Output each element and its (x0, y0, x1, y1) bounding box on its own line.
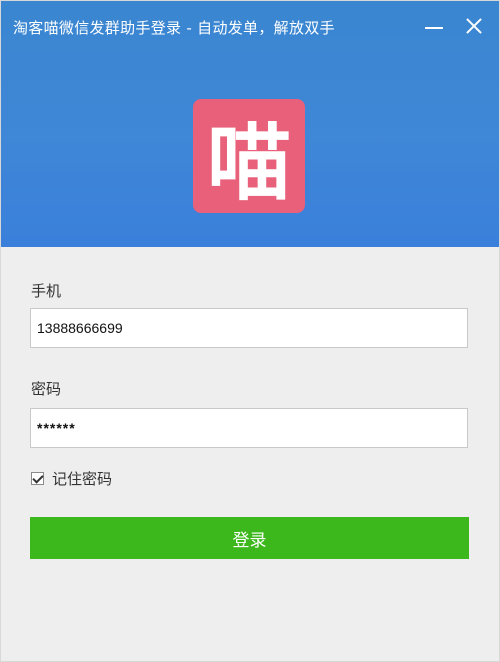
header-banner: 淘客喵微信发群助手登录 - 自动发单，解放双手 喵 (1, 1, 499, 247)
password-input[interactable] (30, 408, 468, 448)
window-title: 淘客喵微信发群助手登录 - 自动发单，解放双手 (13, 19, 335, 37)
minimize-icon[interactable] (421, 13, 447, 39)
password-label: 密码 (31, 380, 62, 398)
remember-password-label: 记住密码 (52, 469, 113, 488)
remember-password-toggle[interactable]: 记住密码 (31, 468, 112, 488)
close-icon[interactable] (461, 13, 487, 39)
login-window: 淘客喵微信发群助手登录 - 自动发单，解放双手 喵 手机 密码 记住密码 登录 (0, 0, 500, 662)
login-button[interactable]: 登录 (30, 517, 469, 559)
app-logo: 喵 (193, 99, 305, 213)
phone-input[interactable] (30, 308, 468, 348)
phone-label: 手机 (31, 282, 62, 300)
checkbox-checked-icon[interactable] (31, 471, 44, 485)
